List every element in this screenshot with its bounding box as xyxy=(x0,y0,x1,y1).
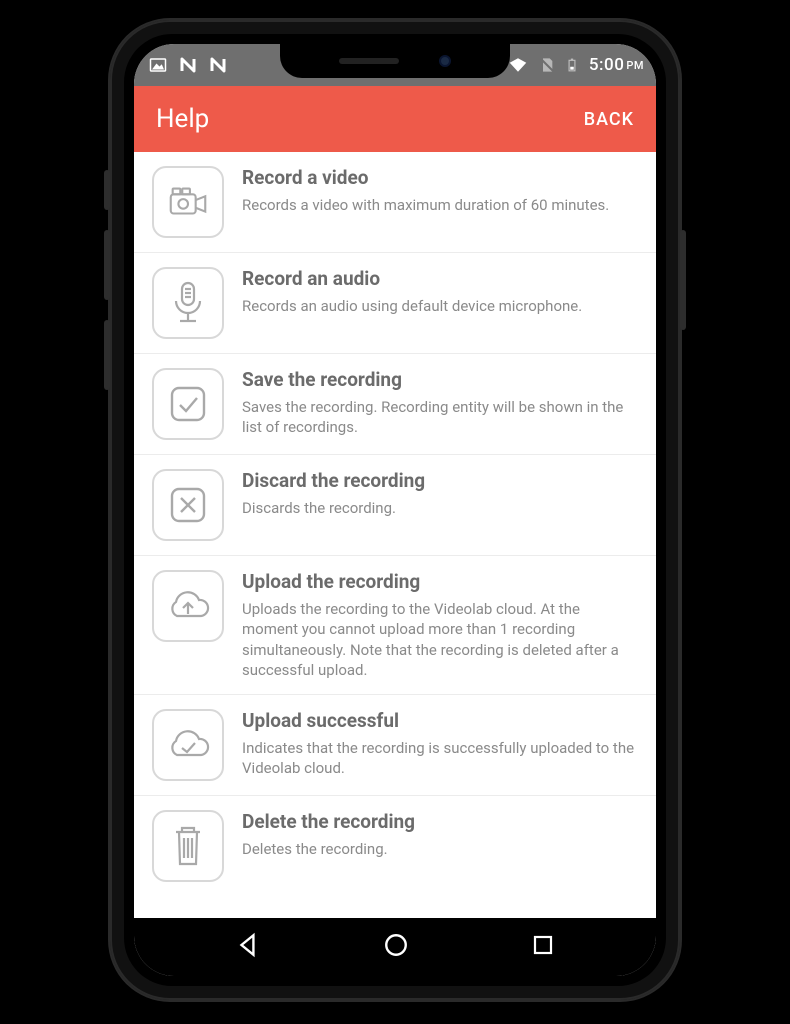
help-item-delete: Delete the recording Deletes the recordi… xyxy=(134,796,656,896)
page-title: Help xyxy=(156,104,209,134)
help-item-title: Save the recording xyxy=(242,368,638,391)
help-item-desc: Indicates that the recording is successf… xyxy=(242,738,638,779)
microphone-icon xyxy=(152,267,224,339)
wifi-icon xyxy=(507,56,529,74)
help-item-upload-success: Upload successful Indicates that the rec… xyxy=(134,695,656,796)
front-camera xyxy=(439,55,451,67)
help-item-record-audio: Record an audio Records an audio using d… xyxy=(134,253,656,354)
android-nav-bar xyxy=(134,918,656,976)
nav-recent-button[interactable] xyxy=(511,925,575,969)
nav-home-button[interactable] xyxy=(363,924,429,970)
help-item-desc: Saves the recording. Recording entity wi… xyxy=(242,397,638,438)
time-value: 5:00 xyxy=(589,55,624,75)
help-item-desc: Records a video with maximum duration of… xyxy=(242,195,638,215)
help-item-desc: Deletes the recording. xyxy=(242,839,638,859)
help-item-title: Upload the recording xyxy=(242,570,638,593)
help-item-discard: Discard the recording Discards the recor… xyxy=(134,455,656,556)
help-item-title: Record a video xyxy=(242,166,638,189)
speaker-grille xyxy=(339,58,399,64)
video-camera-icon xyxy=(152,166,224,238)
back-button[interactable]: BACK xyxy=(584,109,634,130)
help-item-desc: Discards the recording. xyxy=(242,498,638,518)
check-icon xyxy=(152,368,224,440)
battery-icon xyxy=(565,55,579,75)
picture-icon xyxy=(148,56,168,74)
n-icon xyxy=(208,56,228,74)
help-item-title: Discard the recording xyxy=(242,469,638,492)
n-icon xyxy=(178,56,198,74)
time-suffix: PM xyxy=(626,59,644,72)
side-button xyxy=(680,230,686,330)
notch xyxy=(280,44,510,78)
app-header: Help BACK xyxy=(134,86,656,152)
help-item-save: Save the recording Saves the recording. … xyxy=(134,354,656,455)
help-item-desc: Uploads the recording to the Videolab cl… xyxy=(242,599,638,680)
x-icon xyxy=(152,469,224,541)
cloud-check-icon xyxy=(152,709,224,781)
side-button xyxy=(104,230,110,300)
help-item-record-video: Record a video Records a video with maxi… xyxy=(134,152,656,253)
cloud-upload-icon xyxy=(152,570,224,642)
side-button xyxy=(104,170,110,210)
help-item-title: Record an audio xyxy=(242,267,638,290)
help-item-desc: Records an audio using default device mi… xyxy=(242,296,638,316)
nav-back-button[interactable] xyxy=(215,924,281,970)
help-item-title: Delete the recording xyxy=(242,810,638,833)
sim-off-icon xyxy=(539,56,555,74)
help-item-title: Upload successful xyxy=(242,709,638,732)
side-button xyxy=(104,320,110,390)
trash-icon xyxy=(152,810,224,882)
help-list[interactable]: Record a video Records a video with maxi… xyxy=(134,152,656,918)
status-time: 5:00PM xyxy=(589,55,644,75)
help-item-upload: Upload the recording Uploads the recordi… xyxy=(134,556,656,695)
phone-frame: 5:00PM Help BACK xyxy=(110,20,680,1000)
